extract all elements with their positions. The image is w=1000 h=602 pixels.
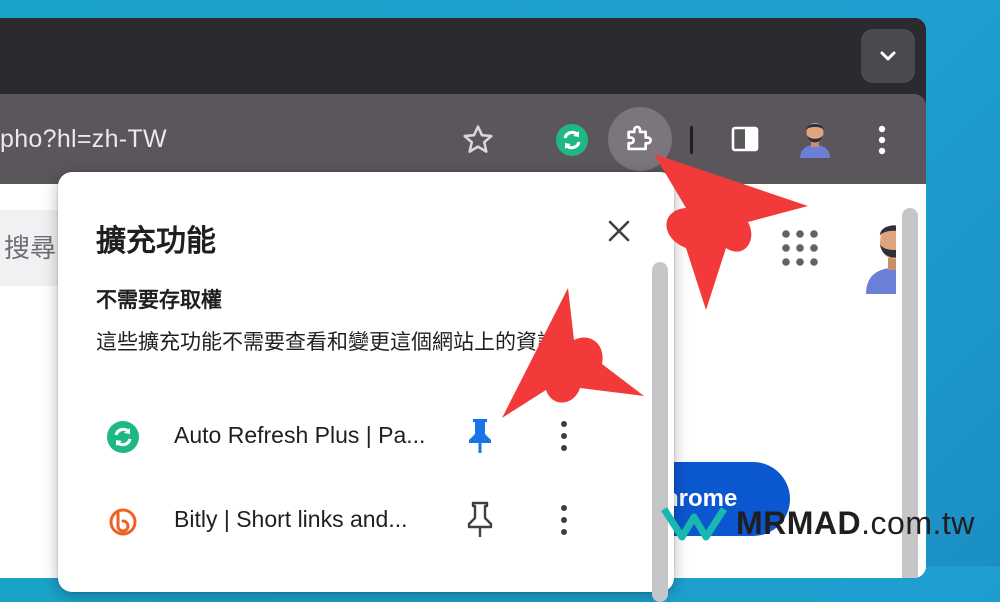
section-title: 不需要存取權 [96, 289, 222, 312]
annotation-arrow-pin [502, 288, 644, 418]
browser-menu-button[interactable] [868, 120, 896, 160]
address-bar-text[interactable]: pho?hl=zh-TW [0, 125, 167, 154]
close-button[interactable] [604, 216, 634, 246]
extension-name: Bitly | Short links and... [174, 506, 408, 532]
watermark: MRMAD.com.tw [660, 494, 975, 552]
pinned-extension-auto-refresh[interactable] [554, 122, 590, 158]
watermark-domain: .com.tw [861, 504, 975, 541]
kebab-menu-icon [878, 125, 886, 155]
search-placeholder: 搜尋 [4, 233, 57, 263]
kebab-menu-icon [561, 505, 567, 535]
star-icon [463, 125, 493, 153]
more-options-button[interactable] [554, 416, 574, 456]
kebab-menu-icon [561, 421, 567, 451]
bitly-icon [106, 504, 140, 538]
mrmad-logo-icon [661, 507, 727, 541]
chevron-down-icon [880, 51, 896, 61]
extension-row-bitly[interactable]: Bitly | Short links and... [58, 480, 638, 560]
tab-strip [0, 18, 926, 94]
more-options-button[interactable] [554, 500, 574, 540]
pin-button[interactable] [464, 416, 496, 456]
close-icon [608, 220, 630, 242]
auto-refresh-icon [106, 420, 140, 454]
annotation-arrow-toolbar [654, 154, 808, 310]
auto-refresh-icon [556, 124, 588, 156]
extension-name: Auto Refresh Plus | Pa... [174, 422, 426, 448]
watermark-brand: MRMAD [736, 504, 862, 541]
pin-filled-icon [469, 419, 491, 453]
popup-title: 擴充功能 [96, 225, 216, 258]
bookmark-star-button[interactable] [458, 120, 498, 160]
pin-outline-icon [467, 501, 493, 537]
tab-search-button[interactable] [861, 29, 915, 83]
pin-button[interactable] [464, 500, 496, 540]
